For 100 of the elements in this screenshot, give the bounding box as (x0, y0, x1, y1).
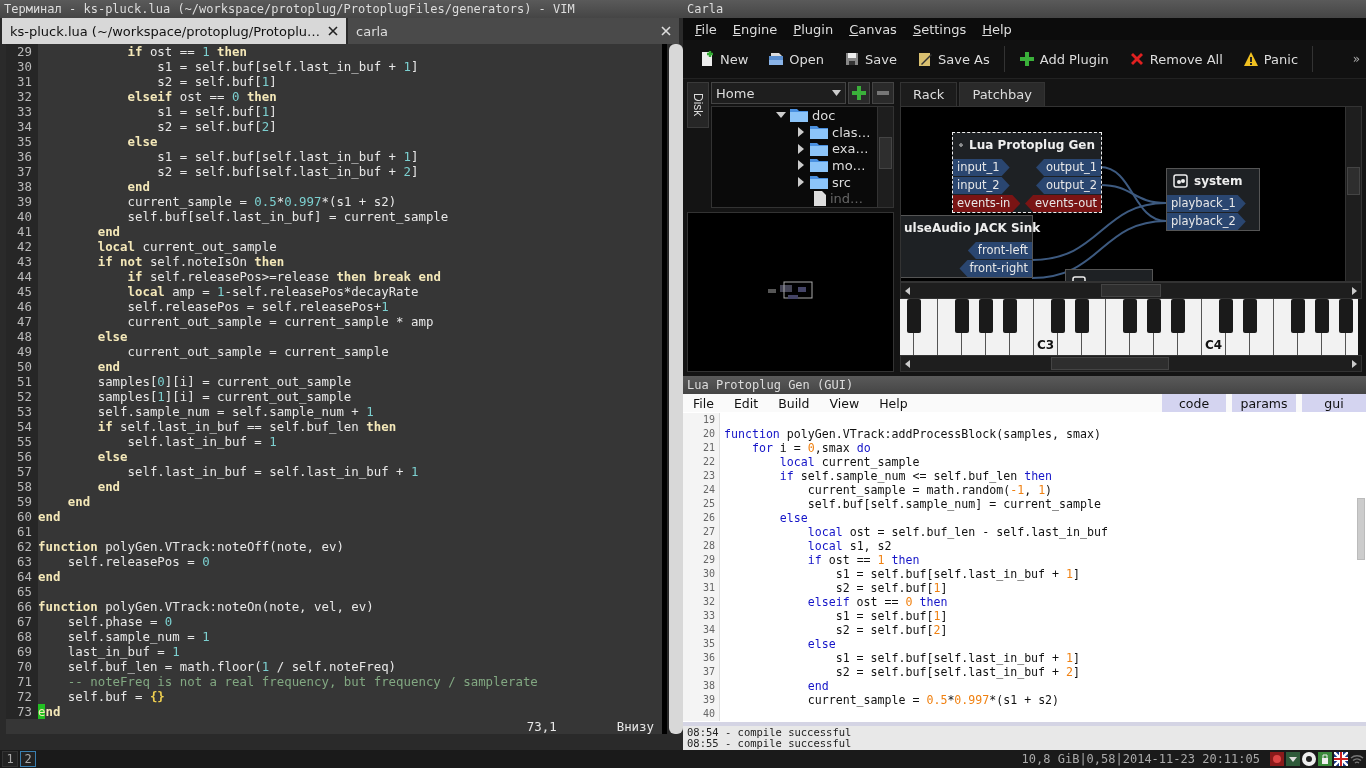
circle-tray-icon[interactable] (1302, 752, 1316, 766)
tree-item-label[interactable]: ind… (830, 191, 864, 207)
toolbar-button[interactable]: Panic (1234, 47, 1307, 71)
line-number: 69 (6, 644, 38, 659)
horizontal-scrollbar[interactable] (900, 355, 1362, 372)
code-line: end (38, 704, 61, 719)
input-port[interactable]: events-in (953, 195, 1021, 212)
output-port[interactable]: events-out (1025, 195, 1101, 212)
toolbar-button[interactable]: Add Plugin (1010, 47, 1117, 71)
lock-tray-icon[interactable] (1318, 752, 1332, 766)
tree-item-label[interactable]: mo… (832, 157, 866, 173)
node-title: Lua Protoplug Gen (969, 138, 1095, 152)
menu-item[interactable]: View (819, 395, 870, 411)
code-line: s1 = self.buf[1] (834, 609, 948, 623)
view-tab[interactable]: Rack (900, 82, 958, 106)
toolbar-button[interactable]: Remove All (1120, 47, 1231, 71)
line-number: 62 (6, 539, 38, 554)
patchbay-canvas[interactable]: Lua Protoplug Gen input_1 output_1 input_2 output_2 events-in events-out system playback_1 playback_2 ulseAudio JACK Sink front-left front-right (901, 107, 1345, 281)
code-line: self.buf[self.sample_num] = current_sample (806, 497, 1101, 511)
output-port[interactable]: output_1 (1036, 159, 1101, 176)
menu-item[interactable]: Help (869, 395, 918, 411)
scrollbar-thumb[interactable] (1357, 498, 1365, 560)
input-port[interactable]: playback_1 (1167, 195, 1246, 212)
menu-item[interactable]: Help (982, 21, 1012, 37)
file-icon (814, 191, 826, 207)
vertical-scrollbar[interactable] (877, 107, 893, 207)
window-title: Терминал - ks-pluck.lua (~/workspace/protoplug/ProtoplugFiles/generators) - VIM (0, 0, 683, 18)
horizontal-scrollbar[interactable] (900, 282, 1362, 299)
workspace-button[interactable]: 2 (20, 751, 36, 767)
menu-item[interactable]: Settings (912, 21, 967, 37)
line-number: 32 (683, 595, 720, 609)
dropdown-arrow-icon[interactable] (832, 90, 841, 96)
side-tab[interactable]: Disk (687, 82, 709, 128)
code-line: -- noteFreq is not a real frequency, but frequency / samplerate (66, 674, 538, 689)
terminal-tab[interactable]: carla (348, 18, 679, 44)
line-number: 54 (6, 419, 38, 434)
line-number: 53 (6, 404, 38, 419)
editor-tab[interactable]: gui (1302, 394, 1366, 412)
editor-tab[interactable]: code (1162, 394, 1226, 412)
output-port[interactable]: front-right (959, 260, 1032, 277)
close-icon[interactable] (328, 26, 338, 36)
code-line: if ost == 1 then (126, 44, 247, 59)
toolbar-button[interactable]: Open (760, 47, 833, 71)
folder-icon (810, 158, 828, 173)
output-port[interactable]: front-left (967, 242, 1032, 259)
menu-item[interactable]: File (683, 395, 724, 411)
collapsed-arrow-icon[interactable] (796, 160, 806, 171)
download-tray-icon[interactable] (1286, 752, 1300, 766)
line-number: 57 (6, 464, 38, 479)
view-tab[interactable]: Patchbay (959, 82, 1045, 106)
line-number: 27 (683, 525, 720, 539)
menu-item[interactable]: Build (768, 395, 820, 411)
menu-item[interactable]: Plugin (793, 21, 834, 37)
tree-item-label[interactable]: clas… (832, 124, 871, 140)
toolbar-button[interactable]: Save As (909, 47, 998, 71)
code-line: else (96, 329, 128, 344)
scrollbar-thumb[interactable] (879, 137, 892, 169)
input-port[interactable]: input_1 (953, 159, 1010, 176)
input-port[interactable]: input_2 (953, 177, 1010, 194)
tree-item-label[interactable]: doc (812, 107, 836, 123)
collapsed-arrow-icon[interactable] (796, 127, 806, 137)
menu-item[interactable]: File (695, 21, 717, 37)
tree-item-label[interactable]: exa… (832, 141, 869, 157)
scrollbar-thumb[interactable] (1101, 284, 1161, 297)
vertical-scrollbar[interactable] (1345, 107, 1361, 281)
file-tree[interactable]: doc clas… exa… mo… src ind… (711, 106, 894, 208)
location-dropdown[interactable]: Home (711, 82, 846, 104)
menu-item[interactable]: Edit (723, 395, 769, 411)
collapsed-arrow-icon[interactable] (796, 177, 806, 187)
remove-button[interactable] (872, 82, 894, 104)
patchbay-node[interactable]: system playback_1 playback_2 (1166, 168, 1260, 231)
line-number: 65 (6, 584, 38, 599)
line-number: 35 (683, 637, 720, 651)
toolbar-button[interactable]: New (691, 47, 757, 71)
folder-icon (810, 141, 828, 156)
toolbar-button[interactable]: Save (836, 47, 905, 71)
scrollbar-thumb[interactable] (1347, 167, 1360, 195)
toolbar-overflow[interactable]: » (1352, 52, 1360, 66)
code-line: elseif ost == 0 then (126, 89, 277, 104)
terminal-tab[interactable]: ks-pluck.lua (~/workspace/protoplug/Protoplu… (2, 18, 346, 44)
patchbay-node[interactable]: Lua Protoplug Gen input_1 output_1 input_2 output_2 events-in events-out (952, 132, 1102, 213)
wifi-icon[interactable] (1350, 752, 1364, 766)
tree-item-label[interactable]: src (832, 174, 851, 190)
add-button[interactable] (848, 82, 870, 104)
workspace-button[interactable]: 1 (2, 751, 18, 767)
menu-item[interactable]: Engine (732, 21, 778, 37)
code-line: self.buf[self.last_in_buf] = current_sample (126, 209, 449, 224)
editor-tab[interactable]: params (1232, 394, 1296, 412)
collapsed-arrow-icon[interactable] (796, 143, 806, 154)
line-number: 39 (6, 194, 38, 209)
scrollbar-thumb[interactable] (1051, 357, 1169, 370)
code-editor[interactable] (6, 44, 667, 734)
vertical-scrollbar[interactable] (669, 44, 683, 734)
code-line: s1 = self.buf[self.last_in_buf + 1] (156, 149, 419, 164)
output-port[interactable]: output_2 (1036, 177, 1101, 194)
piano-keyboard[interactable]: C3 C4 (900, 299, 1358, 355)
input-port[interactable]: playback_2 (1167, 213, 1246, 230)
flag-tray-icon[interactable] (1334, 752, 1348, 766)
menu-item[interactable]: Canvas (849, 21, 897, 37)
window-title: Carla (683, 0, 1366, 18)
